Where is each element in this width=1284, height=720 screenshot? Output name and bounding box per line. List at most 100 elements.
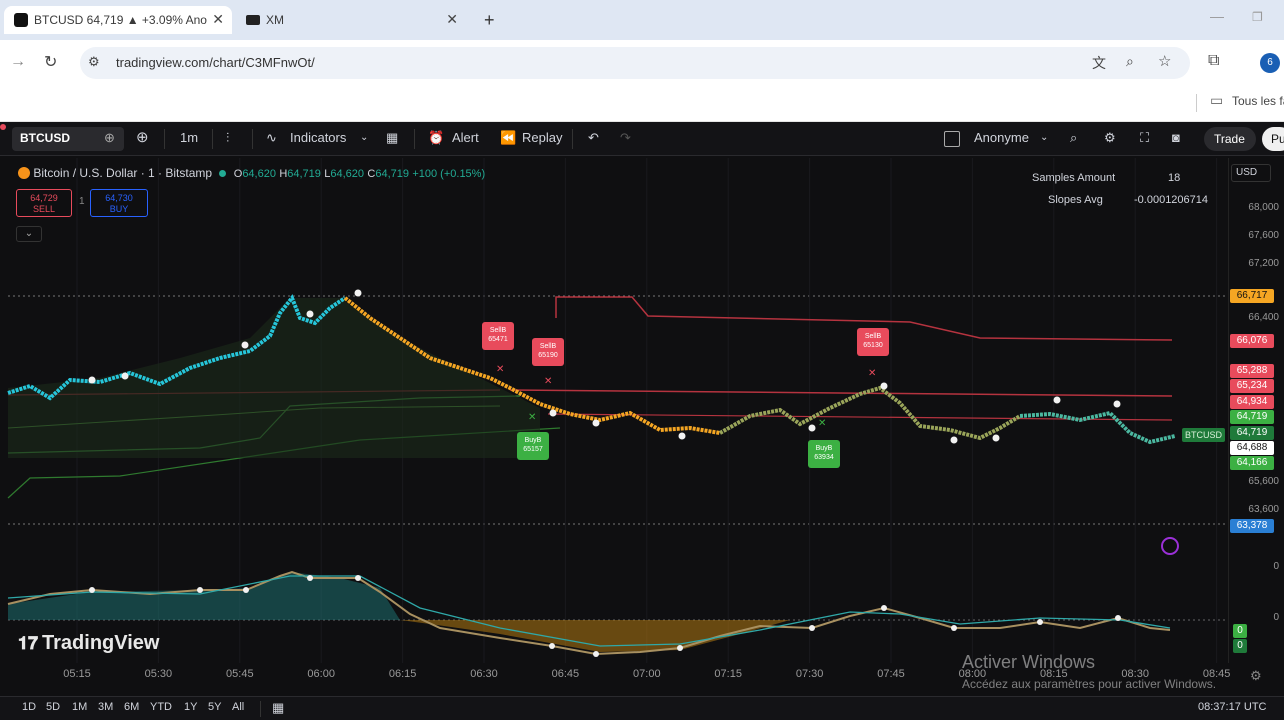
- search-icon[interactable]: ⌕: [1070, 130, 1077, 146]
- price-label: 66,400: [1248, 312, 1279, 323]
- range-button-1y[interactable]: 1Y: [184, 701, 197, 713]
- omnibox[interactable]: ⚙ tradingview.com/chart/C3MFnwOt/ 文 ⌕ ☆: [80, 47, 1190, 79]
- price-tag-cursor: 64,688: [1230, 441, 1274, 455]
- reload-icon[interactable]: ↻: [44, 52, 57, 72]
- slopes-avg-value: -0.0001206714: [1134, 194, 1209, 206]
- add-symbol-icon[interactable]: ⊕: [136, 128, 149, 146]
- alert-button[interactable]: Alert: [452, 130, 479, 145]
- bookmark-all-folder[interactable]: Tous les fa: [1232, 94, 1284, 108]
- publish-button[interactable]: Pu: [1262, 127, 1284, 151]
- chart-pane[interactable]: ✕ ✕ ✕ ✕ ✕ Bitcoin / U.S. Dollar · 1 · Bi…: [0, 158, 1228, 672]
- price-tag-resistance: 65,234: [1230, 379, 1274, 393]
- price-tag-current: 64,719: [1230, 426, 1274, 440]
- pivot-dot: [241, 341, 249, 349]
- buy-button[interactable]: 64,730 BUY: [90, 189, 148, 217]
- translate-icon[interactable]: 文: [1092, 53, 1106, 73]
- range-button-ytd[interactable]: YTD: [150, 701, 172, 713]
- utc-clock[interactable]: 08:37:17 UTC: [1198, 701, 1266, 713]
- forward-icon[interactable]: →: [10, 53, 26, 71]
- samples-amount-value: 18: [1168, 172, 1181, 184]
- divider: [212, 129, 213, 149]
- pivot-dot: [121, 372, 129, 380]
- zoom-icon[interactable]: ⌕: [1126, 53, 1134, 70]
- settings-icon[interactable]: ⚙: [1104, 130, 1116, 146]
- pivot-dot: [950, 436, 958, 444]
- oscillator-tag: 0: [1233, 639, 1247, 653]
- url-text[interactable]: tradingview.com/chart/C3MFnwOt/: [116, 55, 315, 70]
- price-chart-svg[interactable]: ✕ ✕ ✕ ✕ ✕: [0, 158, 1228, 663]
- trade-button[interactable]: Trade: [1204, 127, 1256, 151]
- sell-x-marker: ✕: [496, 364, 504, 375]
- oscillator-pivot-dot: [89, 587, 95, 593]
- oscillator-pivot-dot: [809, 625, 815, 631]
- templates-icon[interactable]: ▦: [386, 130, 398, 146]
- buy-signal-label: BuyB 63934: [808, 440, 840, 468]
- range-button-6m[interactable]: 6M: [124, 701, 139, 713]
- pivot-dot: [592, 419, 600, 427]
- indicators-icon[interactable]: ∿: [266, 130, 277, 146]
- sell-label: SELL: [32, 204, 56, 214]
- compare-icon[interactable]: ⊕: [104, 130, 115, 146]
- buy-x-marker: ✕: [528, 412, 536, 423]
- tab-xm[interactable]: XM ✕: [236, 6, 466, 34]
- range-button-1d[interactable]: 1D: [22, 701, 36, 713]
- symbol-search[interactable]: BTCUSD ⊕: [12, 127, 124, 151]
- bookmarks-bar: ▭ Tous les fa: [0, 86, 1284, 122]
- snapshot-icon[interactable]: ◙: [1172, 130, 1180, 145]
- site-info-icon[interactable]: ⚙: [88, 54, 100, 70]
- indicators-button[interactable]: Indicators: [290, 130, 346, 145]
- divider: [572, 129, 573, 149]
- collapse-legend-button[interactable]: ⌄: [16, 226, 42, 242]
- chart-legend: Bitcoin / U.S. Dollar · 1 · Bitstamp O64…: [18, 166, 485, 180]
- layout-name[interactable]: Anonyme: [974, 130, 1029, 145]
- buy-label: BUY: [109, 204, 129, 214]
- oscillator-pivot-dot: [1037, 619, 1043, 625]
- range-button-all[interactable]: All: [232, 701, 244, 713]
- alert-icon[interactable]: ⏰: [428, 130, 444, 146]
- time-label: 06:45: [551, 668, 580, 680]
- fullscreen-icon[interactable]: ⛶: [1140, 130, 1149, 146]
- interval-button[interactable]: 1m: [180, 130, 198, 145]
- tab-btcusd[interactable]: BTCUSD 64,719 ▲ +3.09% Ano ✕: [4, 6, 232, 34]
- pivot-dot: [678, 432, 686, 440]
- bookmark-star-icon[interactable]: ☆: [1158, 52, 1171, 70]
- price-tag-low: 63,378: [1230, 519, 1274, 533]
- chevron-down-icon[interactable]: ⌄: [1040, 132, 1048, 143]
- oscillator-label: 0: [1273, 561, 1279, 572]
- currency-selector[interactable]: USD: [1231, 164, 1271, 182]
- notification-dot: [0, 124, 6, 130]
- buy-x-marker: ✕: [818, 418, 826, 429]
- range-button-1m[interactable]: 1M: [72, 701, 87, 713]
- range-button-5d[interactable]: 5D: [46, 701, 60, 713]
- close-tab-icon[interactable]: ✕: [446, 11, 458, 28]
- range-button-5y[interactable]: 5Y: [208, 701, 221, 713]
- restore-icon[interactable]: ❐: [1252, 10, 1263, 24]
- minimize-icon[interactable]: —: [1210, 8, 1224, 24]
- close-value: 64,719: [375, 168, 409, 180]
- legend-title[interactable]: Bitcoin / U.S. Dollar · 1 · Bitstamp: [33, 166, 212, 180]
- sell-signal-label: SellB 65130: [857, 328, 889, 356]
- pivot-dot: [549, 409, 557, 417]
- sell-button[interactable]: 64,729 SELL: [16, 189, 72, 217]
- new-tab-button[interactable]: +: [484, 10, 495, 31]
- replay-icon[interactable]: ⏪: [500, 130, 516, 146]
- undo-icon[interactable]: ↶: [588, 130, 599, 146]
- replay-button[interactable]: Replay: [522, 130, 562, 145]
- profile-avatar[interactable]: 6: [1260, 53, 1280, 73]
- high-value: 64,719: [287, 168, 321, 180]
- divider: [252, 129, 253, 149]
- oscillator-pivot-dot: [243, 587, 249, 593]
- close-tab-icon[interactable]: ✕: [212, 11, 224, 28]
- candles-icon[interactable]: ⫶: [226, 130, 229, 146]
- chevron-down-icon[interactable]: ⌄: [360, 132, 368, 143]
- axis-settings-icon[interactable]: ⚙: [1250, 668, 1262, 684]
- price-label: 67,600: [1248, 230, 1279, 241]
- price-axis[interactable]: USD 68,000 67,600 67,200 66,717 66,400 6…: [1228, 158, 1284, 663]
- redo-icon[interactable]: ↷: [620, 130, 631, 146]
- price-series-neutral: [719, 385, 1022, 441]
- currency-label: USD: [1236, 167, 1258, 178]
- range-button-3m[interactable]: 3M: [98, 701, 113, 713]
- extensions-icon[interactable]: ⧉: [1208, 52, 1219, 70]
- layout-checkbox-icon[interactable]: [944, 131, 960, 147]
- go-to-date-icon[interactable]: ▦: [272, 700, 284, 716]
